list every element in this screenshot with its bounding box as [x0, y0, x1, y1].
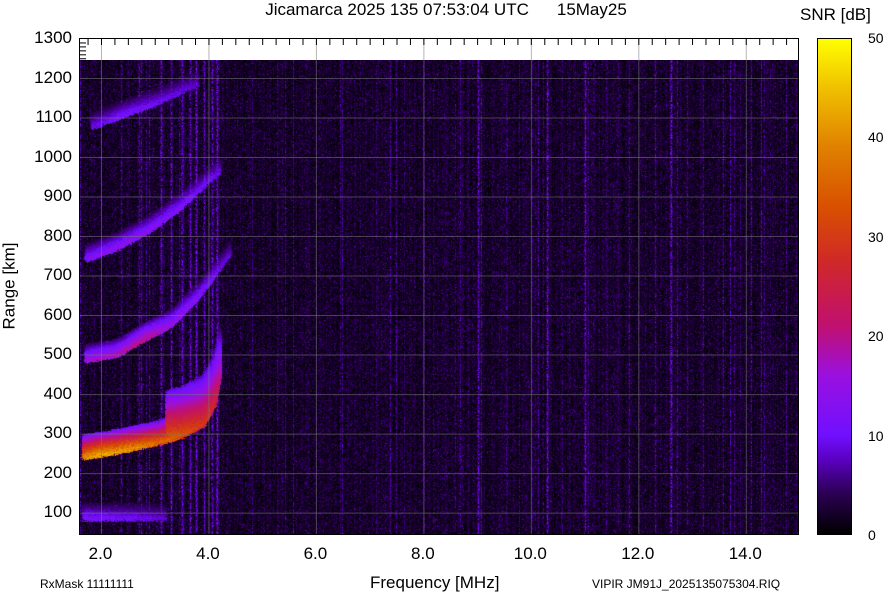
y-tick-label: 1100 — [35, 107, 72, 126]
ionogram-plot — [79, 38, 799, 535]
x-tick-label: 10.0 — [513, 544, 547, 563]
colorbar-tick-label: 50 — [868, 30, 884, 46]
rxmask-label: RxMask 11111111 — [40, 577, 134, 591]
colorbar — [817, 38, 852, 535]
colorbar-label: SNR [dB] — [800, 5, 871, 24]
title-station-time: Jicamarca 2025 135 07:53:04 UTC — [265, 0, 529, 19]
colorbar-tick-label: 0 — [868, 527, 876, 543]
y-tick-label: 400 — [43, 383, 72, 403]
y-tick-label: 1200 — [34, 67, 72, 87]
y-tick-label: 300 — [43, 423, 72, 443]
colorbar-tick-label: 10 — [868, 427, 884, 444]
y-tick-label: 600 — [43, 304, 72, 324]
y-tick-label: 500 — [43, 344, 72, 364]
y-tick-label: 700 — [43, 265, 72, 285]
y-tick-label: 900 — [43, 186, 72, 206]
y-tick-label: 200 — [43, 462, 72, 482]
y-axis-label: Range [km] — [0, 242, 19, 330]
title-date: 15May25 — [556, 0, 627, 19]
grid-overlay — [80, 39, 798, 534]
colorbar-tick-label: 20 — [868, 328, 884, 345]
colorbar-tick-label: 30 — [868, 228, 884, 245]
x-tick-label: 12.0 — [621, 544, 655, 563]
filename-label: VIPIR JM91J_2025135075304.RIQ — [592, 577, 781, 591]
y-tick-label: 1300 — [34, 28, 72, 47]
plot-title: Jicamarca 2025 135 07:53:04 UTC 15May25 — [0, 0, 884, 20]
x-tick-label: 6.0 — [303, 544, 328, 563]
x-tick-label: 2.0 — [88, 544, 113, 563]
x-tick-label: 8.0 — [411, 544, 435, 563]
x-tick-label: 14.0 — [728, 544, 762, 563]
y-tick-label: 1000 — [34, 146, 72, 166]
x-tick-label: 4.0 — [196, 544, 220, 563]
x-axis-label: Frequency [MHz] — [370, 573, 500, 592]
colorbar-tick-label: 40 — [868, 129, 884, 146]
y-tick-label: 800 — [43, 225, 72, 245]
y-tick-label: 100 — [43, 502, 72, 522]
